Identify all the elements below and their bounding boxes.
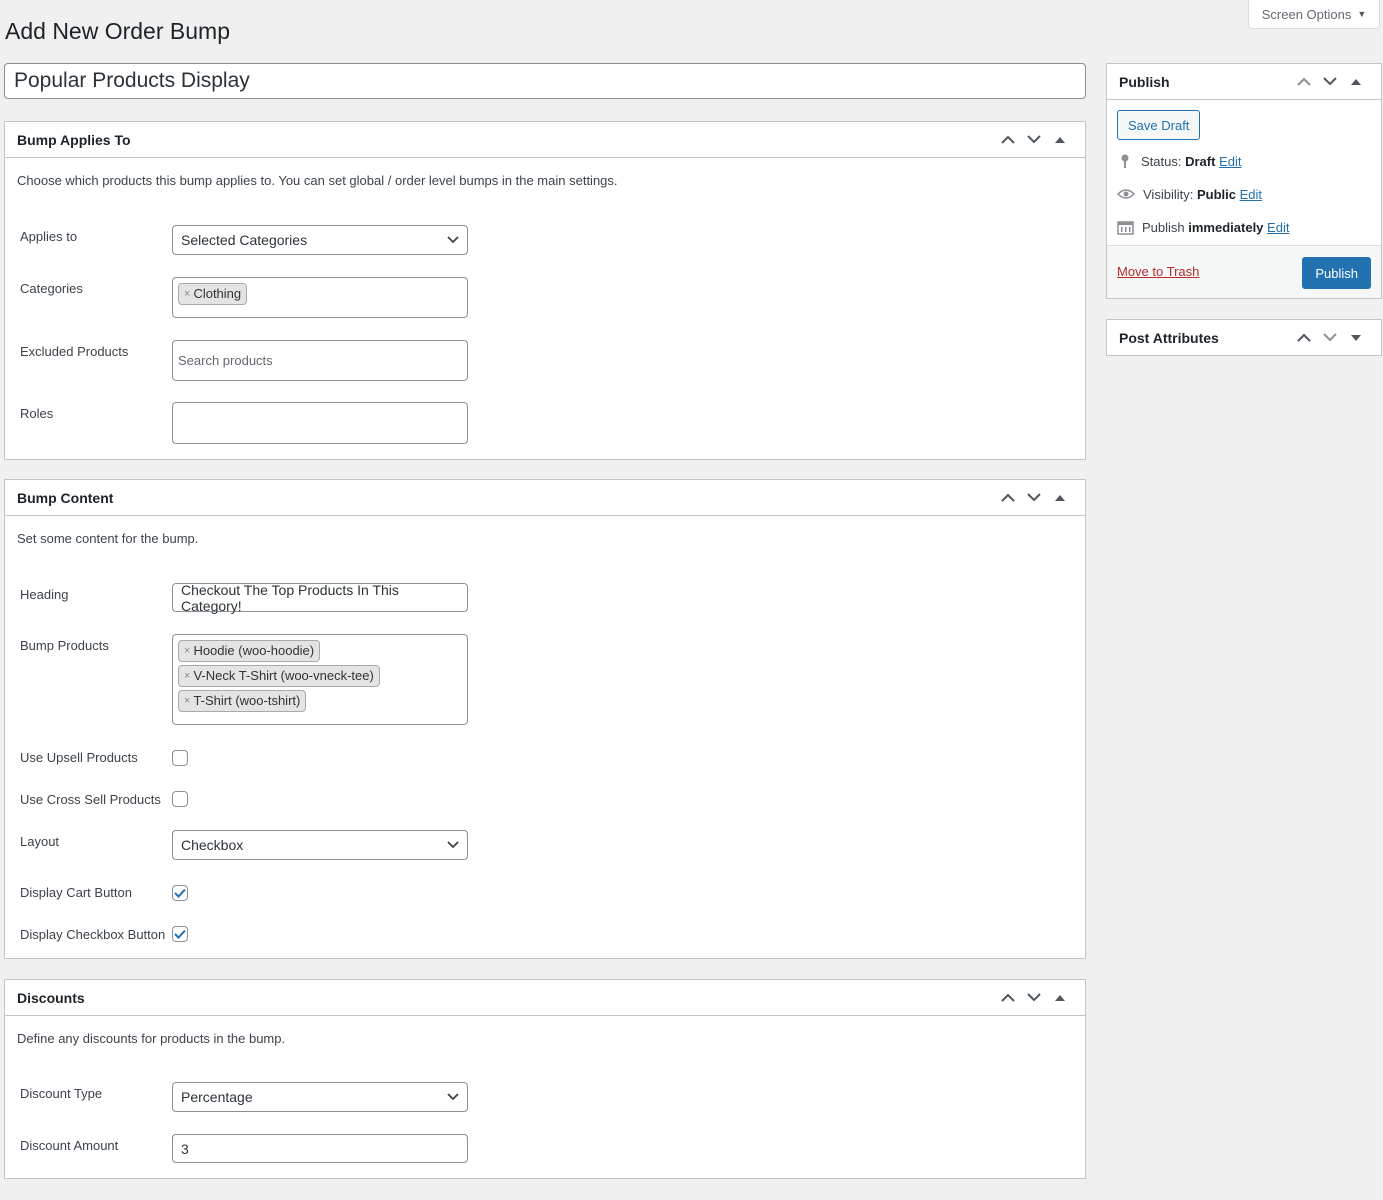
edit-status-link[interactable]: Edit <box>1219 154 1241 169</box>
chevron-down-icon <box>447 1093 459 1101</box>
move-down-icon[interactable] <box>1317 325 1343 351</box>
applies-to-value: Selected Categories <box>181 232 308 248</box>
calendar-icon <box>1117 221 1134 235</box>
roles-label: Roles <box>20 406 54 421</box>
major-publishing-actions: Move to Trash Publish <box>1107 245 1381 298</box>
move-up-icon[interactable] <box>995 485 1021 511</box>
bump-products-multiselect[interactable]: × Hoodie (woo-hoodie) × V-Neck T-Shirt (wo… <box>172 634 468 725</box>
heading-value: Checkout The Top Products In This Catego… <box>181 581 399 614</box>
toggle-panel-icon[interactable] <box>1047 127 1073 153</box>
move-up-icon[interactable] <box>1291 325 1317 351</box>
cross-sell-label: Use Cross Sell Products <box>20 792 161 807</box>
move-down-icon[interactable] <box>1021 485 1047 511</box>
box-title: Publish <box>1119 73 1170 90</box>
box-header: Post Attributes <box>1107 320 1381 355</box>
chevron-down-icon <box>447 236 459 244</box>
product-tag: × V-Neck T-Shirt (woo-vneck-tee) <box>178 665 380 687</box>
category-tag: × Clothing <box>178 283 248 305</box>
heading-input[interactable]: Checkout The Top Products In This Catego… <box>172 581 468 614</box>
checkmark-icon <box>174 929 186 939</box>
box-description: Choose which products this bump applies … <box>17 173 618 188</box>
checkbox-button-checkbox[interactable] <box>172 926 188 942</box>
product-tag: × Hoodie (woo-hoodie) <box>178 640 321 662</box>
post-attributes-box: Post Attributes <box>1106 319 1382 356</box>
screen-options-button[interactable]: Screen Options ▼ <box>1248 0 1380 29</box>
layout-label: Layout <box>20 834 60 849</box>
discount-amount-value: 3 <box>181 1140 189 1157</box>
status-row: Status: Draft Edit <box>1117 153 1241 169</box>
discounts-box: Discounts Define any discounts for produ… <box>4 979 1086 1179</box>
excluded-products-search[interactable]: Search products <box>172 340 468 381</box>
bump-content-box: Bump Content Set some content for the bu… <box>4 479 1086 959</box>
schedule-row: Publish immediately Edit <box>1117 219 1289 235</box>
bump-applies-to-box: Bump Applies To Choose which products th… <box>4 121 1086 460</box>
move-to-trash-link[interactable]: Move to Trash <box>1117 264 1199 279</box>
publish-box: Publish Save Draft Status: Draft Edit Vi… <box>1106 63 1382 299</box>
move-down-icon[interactable] <box>1021 985 1047 1011</box>
post-title-value: Popular Products Display <box>14 69 250 92</box>
checkmark-icon <box>174 888 186 898</box>
move-down-icon[interactable] <box>1317 69 1343 95</box>
discount-type-label: Discount Type <box>20 1086 103 1101</box>
applies-to-select[interactable]: Selected Categories <box>172 225 468 255</box>
categories-label: Categories <box>20 281 83 296</box>
upsell-label: Use Upsell Products <box>20 750 138 765</box>
screen-options-label: Screen Options <box>1261 6 1352 22</box>
move-up-icon[interactable] <box>1291 69 1317 95</box>
box-header: Discounts <box>5 980 1085 1016</box>
save-draft-button[interactable]: Save Draft <box>1117 110 1201 140</box>
move-up-icon[interactable] <box>995 985 1021 1011</box>
box-description: Set some content for the bump. <box>17 531 199 546</box>
cross-sell-checkbox[interactable] <box>172 791 188 807</box>
page-title: Add New Order Bump <box>5 18 230 44</box>
box-title: Bump Applies To <box>17 131 131 148</box>
applies-to-label: Applies to <box>20 229 78 244</box>
product-tag: × T-Shirt (woo-tshirt) <box>178 690 307 712</box>
discount-type-select[interactable]: Percentage <box>172 1082 468 1112</box>
bump-products-label: Bump Products <box>20 638 109 653</box>
box-description: Define any discounts for products in the… <box>17 1031 286 1046</box>
layout-select[interactable]: Checkbox <box>172 830 468 860</box>
upsell-checkbox[interactable] <box>172 750 188 766</box>
visibility-row: Visibility: Public Edit <box>1117 186 1262 202</box>
box-header: Bump Content <box>5 480 1085 516</box>
discount-amount-label: Discount Amount <box>20 1138 119 1153</box>
box-title: Post Attributes <box>1119 329 1219 346</box>
excluded-products-placeholder: Search products <box>178 353 273 368</box>
toggle-panel-icon[interactable] <box>1047 985 1073 1011</box>
publish-button[interactable]: Publish <box>1302 257 1371 289</box>
cart-button-checkbox[interactable] <box>172 885 188 901</box>
discount-type-value: Percentage <box>181 1089 253 1105</box>
checkbox-button-label: Display Checkbox Button <box>20 927 166 942</box>
move-down-icon[interactable] <box>1021 127 1047 153</box>
chevron-down-icon <box>447 841 459 849</box>
move-up-icon[interactable] <box>995 127 1021 153</box>
roles-multiselect[interactable] <box>172 402 468 444</box>
remove-tag-icon[interactable]: × <box>184 642 190 660</box>
box-title: Bump Content <box>17 489 114 506</box>
box-header: Publish <box>1107 64 1381 100</box>
discount-amount-input[interactable]: 3 <box>172 1134 468 1163</box>
pin-icon <box>1121 154 1129 168</box>
caret-down-icon: ▼ <box>1357 9 1367 19</box>
post-title-input[interactable]: Popular Products Display <box>4 63 1086 99</box>
remove-tag-icon[interactable]: × <box>184 692 190 710</box>
toggle-panel-icon[interactable] <box>1343 69 1369 95</box>
toggle-panel-icon[interactable] <box>1343 325 1369 351</box>
eye-icon <box>1117 189 1135 199</box>
layout-value: Checkbox <box>181 837 244 853</box>
box-header: Bump Applies To <box>5 122 1085 158</box>
edit-schedule-link[interactable]: Edit <box>1267 220 1289 235</box>
toggle-panel-icon[interactable] <box>1047 485 1073 511</box>
categories-multiselect[interactable]: × Clothing <box>172 277 468 318</box>
box-title: Discounts <box>17 989 85 1006</box>
remove-tag-icon[interactable]: × <box>184 285 190 303</box>
cart-button-label: Display Cart Button <box>20 885 132 900</box>
remove-tag-icon[interactable]: × <box>184 667 190 685</box>
edit-visibility-link[interactable]: Edit <box>1240 187 1262 202</box>
heading-label: Heading <box>20 587 69 602</box>
excluded-products-label: Excluded Products <box>20 344 129 359</box>
